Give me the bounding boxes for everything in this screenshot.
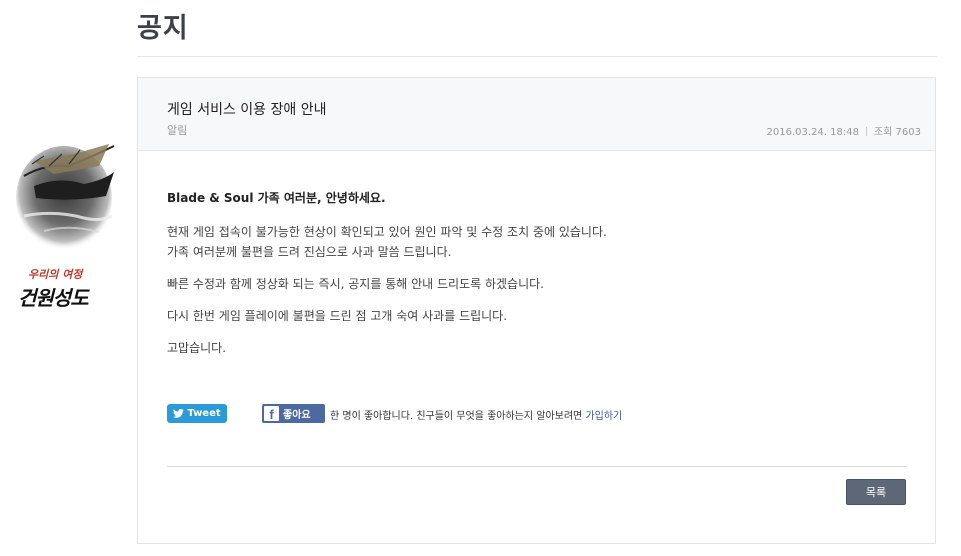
post-views: 조회 7603 xyxy=(873,127,921,138)
page-title: 공지 xyxy=(137,13,189,44)
art-caption-small: 우리의 여정 xyxy=(28,268,83,281)
post-header: 게임 서비스 이용 장애 안내 알림 2016.03.24. 18:48 조회 7… xyxy=(138,78,935,151)
post-line: 현재 게임 접속이 불가능한 현상이 확인되고 있어 원인 파악 및 수정 조치… xyxy=(167,225,607,239)
twitter-bird-icon xyxy=(173,409,185,418)
facebook-like-count-text: 한 명이 좋아합니다. 친구들이 무엇을 좋아하는지 알아보려면 xyxy=(330,411,583,422)
facebook-like-label: 좋아요 xyxy=(283,410,311,421)
post-body: Blade & Soul 가족 여러분, 안녕하세요. 현재 게임 접속이 불가… xyxy=(167,188,907,370)
post-meta: 2016.03.24. 18:48 조회 7603 xyxy=(767,123,921,138)
post-paragraph: 다시 한번 게임 플레이에 불편을 드린 점 고개 숙여 사과를 드립니다. xyxy=(167,309,508,323)
post-paragraph: 현재 게임 접속이 불가능한 현상이 확인되고 있어 원인 파악 및 수정 조치… xyxy=(167,222,907,262)
post-paragraph: 빠른 수정과 함께 정상화 되는 즉시, 공지를 통해 안내 드리도록 하겠습니… xyxy=(167,277,544,291)
title-divider xyxy=(137,56,937,57)
post-paragraph: 고맙습니다. xyxy=(167,341,227,355)
notice-card: 게임 서비스 이용 장애 안내 알림 2016.03.24. 18:48 조회 7… xyxy=(137,77,936,544)
tweet-label: Tweet xyxy=(187,408,221,419)
side-artwork: 우리의 여정 건원성도 xyxy=(14,136,124,316)
facebook-like-button[interactable]: f 좋아요 xyxy=(262,404,325,423)
facebook-icon: f xyxy=(264,406,279,422)
post-title: 게임 서비스 이용 장애 안내 xyxy=(167,102,327,118)
post-date: 2016.03.24. 18:48 xyxy=(766,127,859,138)
art-caption-large: 건원성도 xyxy=(18,286,89,310)
content-divider xyxy=(167,466,907,467)
post-category: 알림 xyxy=(167,124,188,137)
meta-separator xyxy=(865,127,867,136)
facebook-signup-link[interactable]: 가입하기 xyxy=(585,411,622,422)
facebook-like-text: 한 명이 좋아합니다. 친구들이 무엇을 좋아하는지 알아보려면 가입하기 xyxy=(330,407,622,422)
post-greeting: Blade & Soul 가족 여러분, 안녕하세요. xyxy=(167,191,386,205)
tweet-button[interactable]: Tweet xyxy=(167,404,227,423)
list-button[interactable]: 목록 xyxy=(846,479,906,505)
social-share-bar: Tweet f 좋아요 한 명이 좋아합니다. 친구들이 무엇을 좋아하는지 알… xyxy=(167,402,907,424)
post-line: 가족 여러분께 불편을 드려 진심으로 사과 말씀 드립니다. xyxy=(167,245,452,259)
